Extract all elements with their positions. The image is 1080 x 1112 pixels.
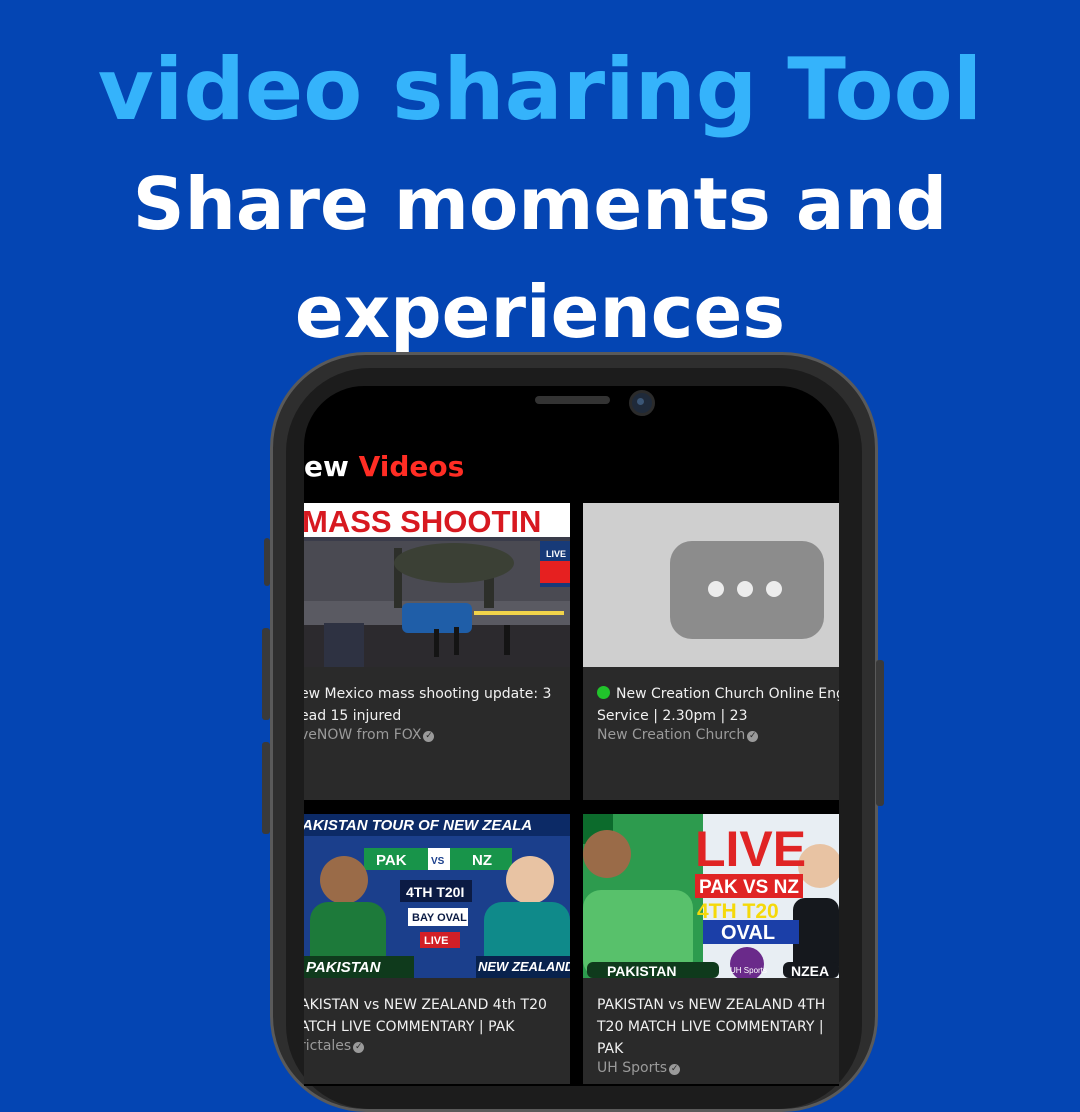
video-thumbnail[interactable]: LIVE PAK VS NZ 4TH T20 OVAL UH Sports PA… bbox=[583, 814, 839, 978]
section-title-prefix: ew bbox=[304, 450, 349, 483]
thumb-live: LIVE bbox=[695, 821, 806, 877]
video-title-line: PAKISTAN vs NEW ZEALAND 4TH bbox=[597, 997, 826, 1013]
section-title: ew Videos bbox=[304, 450, 464, 483]
video-title-line: ATCH LIVE COMMENTARY | PAK bbox=[304, 1019, 515, 1035]
thumb-team1: PAKISTAN bbox=[306, 959, 382, 976]
video-card[interactable]: MASS SHOOTIN LIVE ew Mexico mass shootin… bbox=[304, 503, 570, 800]
video-thumbnail[interactable]: MASS SHOOTIN LIVE bbox=[304, 503, 570, 667]
video-title[interactable]: PAKISTAN vs NEW ZEALAND 4TH T20 MATCH LI… bbox=[597, 994, 837, 1060]
thumb-team2: NEW ZEALAND bbox=[478, 959, 570, 974]
thumb-logo: UH Sports bbox=[730, 966, 767, 975]
thumb-nz: NZ bbox=[472, 852, 492, 869]
channel-name-text: rictales bbox=[304, 1038, 352, 1054]
channel-name[interactable]: rictales ✓ bbox=[304, 1038, 365, 1054]
phone-power-button bbox=[876, 660, 884, 806]
video-title-line: New Creation Church Online Engl bbox=[616, 686, 839, 702]
channel-name-text: UH Sports bbox=[597, 1060, 668, 1076]
loading-dot bbox=[708, 581, 724, 597]
live-status-icon bbox=[597, 686, 610, 699]
thumb-team1: PAKISTAN bbox=[607, 963, 676, 978]
video-title-line: T20 MATCH LIVE COMMENTARY | bbox=[597, 1019, 824, 1035]
channel-name-text: New Creation Church bbox=[597, 727, 746, 743]
video-title-line: AKISTAN vs NEW ZEALAND 4th T20 bbox=[304, 997, 547, 1013]
video-thumbnail[interactable]: AKISTAN TOUR OF NEW ZEALA PAK VS NZ 4TH … bbox=[304, 814, 570, 978]
thumb-match: 4TH T20 bbox=[697, 900, 779, 923]
video-title-line: PAK bbox=[597, 1041, 624, 1057]
video-title-line: Service | 2.30pm | 23 bbox=[597, 708, 748, 724]
subtitle-line-2: experiences bbox=[294, 270, 786, 354]
thumb-venue: OVAL bbox=[721, 922, 775, 944]
loading-dot bbox=[766, 581, 782, 597]
channel-name[interactable]: veNOW from FOX ✓ bbox=[304, 727, 435, 743]
speaker-grille bbox=[535, 396, 610, 404]
thumb-live-badge: LIVE bbox=[546, 549, 566, 559]
thumb-venue: BAY OVAL bbox=[412, 912, 467, 924]
video-title-line: ead 15 injured bbox=[304, 708, 402, 724]
video-title-line: ew Mexico mass shooting update: 3 bbox=[304, 686, 552, 702]
video-title[interactable]: ew Mexico mass shooting update: 3 ead 15… bbox=[304, 683, 570, 727]
verified-check-icon: ✓ bbox=[669, 1064, 681, 1075]
channel-name-text: veNOW from FOX bbox=[304, 727, 422, 743]
headline-subtitle: Share moments and experiences bbox=[0, 150, 1080, 366]
thumb-pak: PAK bbox=[376, 852, 407, 869]
phone-notch bbox=[427, 386, 717, 428]
verified-check-icon: ✓ bbox=[353, 1042, 365, 1053]
verified-check-icon: ✓ bbox=[423, 731, 435, 742]
video-card[interactable]: LIVE PAK VS NZ 4TH T20 OVAL UH Sports PA… bbox=[583, 814, 839, 1084]
verified-check-icon: ✓ bbox=[747, 731, 759, 742]
thumb-banner: AKISTAN TOUR OF NEW ZEALA bbox=[304, 817, 532, 834]
thumb-matchup: PAK VS NZ bbox=[699, 877, 799, 898]
video-title[interactable]: New Creation Church Online Engl Service … bbox=[597, 683, 839, 727]
video-card[interactable]: AKISTAN TOUR OF NEW ZEALA PAK VS NZ 4TH … bbox=[304, 814, 570, 1084]
channel-name[interactable]: UH Sports ✓ bbox=[597, 1060, 681, 1076]
phone-mute-switch bbox=[264, 538, 270, 586]
subtitle-line-1: Share moments and bbox=[132, 162, 948, 246]
loading-dot bbox=[737, 581, 753, 597]
video-thumbnail[interactable] bbox=[583, 503, 839, 667]
thumb-team2: NZEA bbox=[791, 963, 829, 978]
thumb-vs: VS bbox=[431, 856, 445, 867]
front-camera-icon bbox=[629, 390, 655, 416]
phone-volume-down-button bbox=[262, 742, 270, 834]
thumb-live: LIVE bbox=[424, 935, 448, 947]
section-title-highlight: Videos bbox=[358, 450, 465, 483]
headline-title: video sharing Tool bbox=[97, 40, 983, 140]
thumb-headline: MASS SHOOTIN bbox=[304, 504, 541, 539]
video-card[interactable]: New Creation Church Online Engl Service … bbox=[583, 503, 839, 800]
phone-volume-up-button bbox=[262, 628, 270, 720]
video-title[interactable]: AKISTAN vs NEW ZEALAND 4th T20 ATCH LIVE… bbox=[304, 994, 570, 1038]
thumb-match: 4TH T20I bbox=[406, 884, 464, 900]
channel-name[interactable]: New Creation Church ✓ bbox=[597, 727, 759, 743]
